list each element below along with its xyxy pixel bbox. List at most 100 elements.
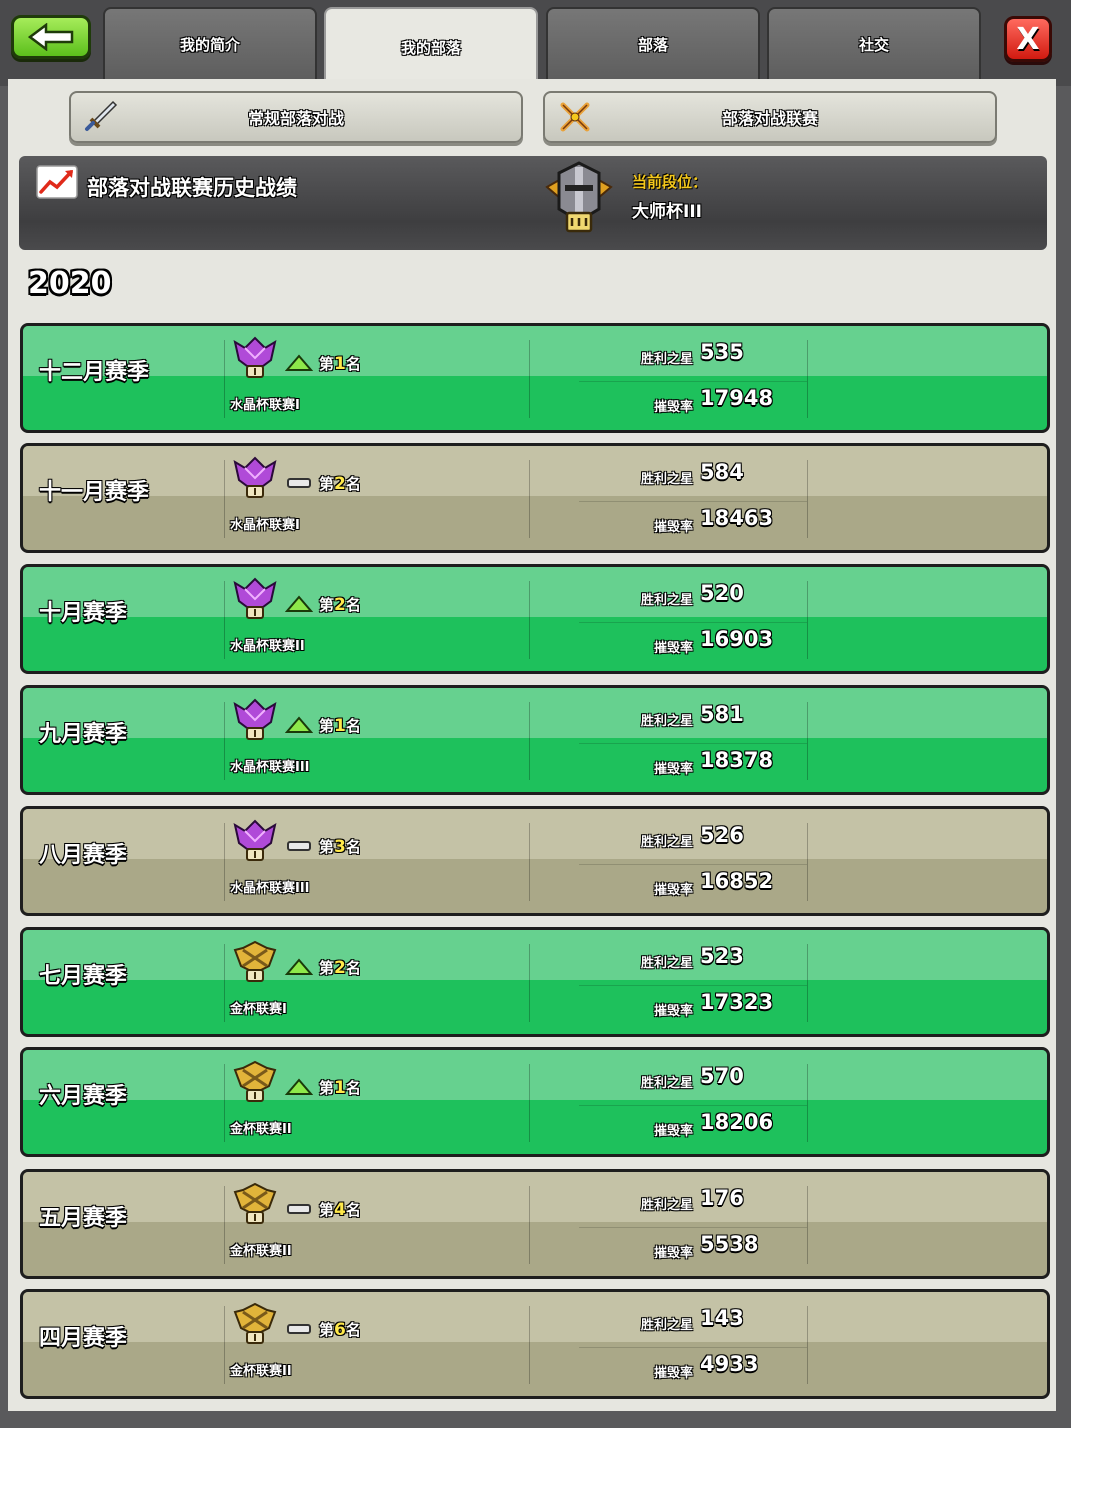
rank-text: 第2名 — [319, 473, 361, 494]
tab-my-clan[interactable]: 我的部落 — [324, 7, 538, 86]
back-arrow-icon — [28, 23, 74, 51]
stat-separator — [579, 381, 807, 382]
destruction-label: 摧毁率 — [653, 400, 693, 415]
season-name: 六月赛季 — [39, 1084, 128, 1109]
promotion-arrow-icon — [284, 1078, 314, 1100]
column-divider — [807, 823, 808, 901]
row-highlight — [23, 930, 1047, 980]
back-button[interactable] — [11, 15, 91, 59]
rank-suffix: 名 — [345, 838, 361, 856]
stat-separator — [579, 985, 807, 986]
rank-number: 2 — [334, 595, 346, 615]
league-name: 金杯联赛II — [230, 1364, 292, 1379]
stars-value: 526 — [700, 823, 744, 847]
stars-value: 523 — [700, 944, 744, 968]
rank-text: 第1名 — [319, 1077, 361, 1098]
column-divider — [529, 823, 530, 901]
rank-text: 第1名 — [319, 715, 361, 736]
rank-prefix: 第 — [319, 355, 335, 373]
row-highlight — [23, 446, 1047, 496]
column-divider — [807, 944, 808, 1022]
rank-number: 1 — [334, 1078, 346, 1098]
rank-text: 第1名 — [319, 353, 361, 374]
stat-separator — [579, 501, 807, 502]
stat-separator — [579, 1347, 807, 1348]
rank-number: 2 — [334, 474, 346, 494]
stars-value: 584 — [700, 460, 744, 484]
destruction-value: 16903 — [700, 627, 774, 651]
rank-suffix: 名 — [345, 1201, 361, 1219]
sword-icon — [85, 100, 118, 131]
column-divider — [807, 460, 808, 538]
current-league-label: 当前段位： — [632, 173, 708, 191]
tab-my-profile[interactable]: 我的简介 — [103, 7, 317, 79]
league-name: 金杯联赛I — [230, 1002, 287, 1017]
season-name: 十二月赛季 — [39, 360, 150, 385]
stat-separator — [579, 622, 807, 623]
season-row: 十二月赛季 第1名 水晶杯联赛I 胜利之星 535 摧毁率 17948 — [20, 323, 1050, 433]
rank-prefix: 第 — [319, 475, 335, 493]
promotion-arrow-icon — [284, 595, 314, 617]
column-divider — [224, 944, 225, 1022]
column-divider — [807, 581, 808, 659]
no-change-icon — [285, 1320, 313, 1342]
season-row: 十一月赛季 第2名 水晶杯联赛I 胜利之星 584 摧毁率 18463 — [20, 443, 1050, 553]
no-change-icon — [285, 1200, 313, 1222]
league-war-button[interactable]: 部落对战联赛 — [543, 91, 997, 143]
current-league-value: 大师杯III — [632, 202, 702, 222]
close-button[interactable]: X — [1004, 16, 1052, 62]
tab-label: 部落 — [637, 35, 668, 54]
stars-label: 胜利之星 — [640, 714, 693, 729]
tab-social[interactable]: 社交 — [767, 7, 981, 79]
promotion-arrow-icon — [284, 958, 314, 980]
destruction-value: 18206 — [700, 1110, 774, 1134]
rank-suffix: 名 — [345, 355, 361, 373]
no-change-icon — [285, 474, 313, 496]
rank-number: 6 — [334, 1320, 346, 1340]
rank-suffix: 名 — [345, 1321, 361, 1339]
column-divider — [224, 581, 225, 659]
destruction-label: 摧毁率 — [653, 1366, 693, 1381]
rank-text: 第2名 — [319, 957, 361, 978]
rank-prefix: 第 — [319, 1321, 335, 1339]
column-divider — [224, 702, 225, 780]
row-highlight — [23, 1172, 1047, 1222]
season-name: 十一月赛季 — [39, 480, 150, 505]
destruction-value: 16852 — [700, 869, 774, 893]
season-row: 七月赛季 第2名 金杯联赛I 胜利之星 523 摧毁率 17323 — [20, 927, 1050, 1037]
rank-number: 2 — [334, 958, 346, 978]
rank-prefix: 第 — [319, 959, 335, 977]
column-divider — [529, 340, 530, 418]
rank-text: 第3名 — [319, 836, 361, 857]
rank-text: 第6名 — [319, 1319, 361, 1340]
crystal-league-badge-icon — [231, 698, 279, 746]
regular-war-button[interactable]: 常规部落对战 — [69, 91, 523, 143]
destruction-value: 4933 — [700, 1352, 759, 1376]
destruction-value: 17323 — [700, 990, 774, 1014]
row-highlight — [23, 1050, 1047, 1100]
stars-label: 胜利之星 — [640, 1318, 693, 1333]
destruction-label: 摧毁率 — [653, 1004, 693, 1019]
stars-value: 581 — [700, 702, 744, 726]
destruction-label: 摧毁率 — [653, 883, 693, 898]
regular-war-label: 常规部落对战 — [247, 109, 344, 128]
season-name: 五月赛季 — [39, 1206, 128, 1231]
close-icon: X — [1016, 21, 1040, 57]
column-divider — [807, 702, 808, 780]
tab-clans[interactable]: 部落 — [546, 7, 760, 79]
rank-text: 第4名 — [319, 1199, 361, 1220]
crystal-league-badge-icon — [231, 577, 279, 625]
crossed-swords-icon — [560, 102, 590, 132]
column-divider — [224, 340, 225, 418]
rank-suffix: 名 — [345, 959, 361, 977]
column-divider — [529, 702, 530, 780]
stat-separator — [579, 1105, 807, 1106]
stat-separator — [579, 864, 807, 865]
stars-value: 176 — [700, 1186, 744, 1210]
season-name: 九月赛季 — [39, 722, 128, 747]
destruction-label: 摧毁率 — [653, 641, 693, 656]
history-header: 部落对战联赛历史战绩 当前段位： 大师杯III — [19, 156, 1047, 250]
stars-label: 胜利之星 — [640, 472, 693, 487]
column-divider — [529, 1186, 530, 1264]
column-divider — [529, 460, 530, 538]
